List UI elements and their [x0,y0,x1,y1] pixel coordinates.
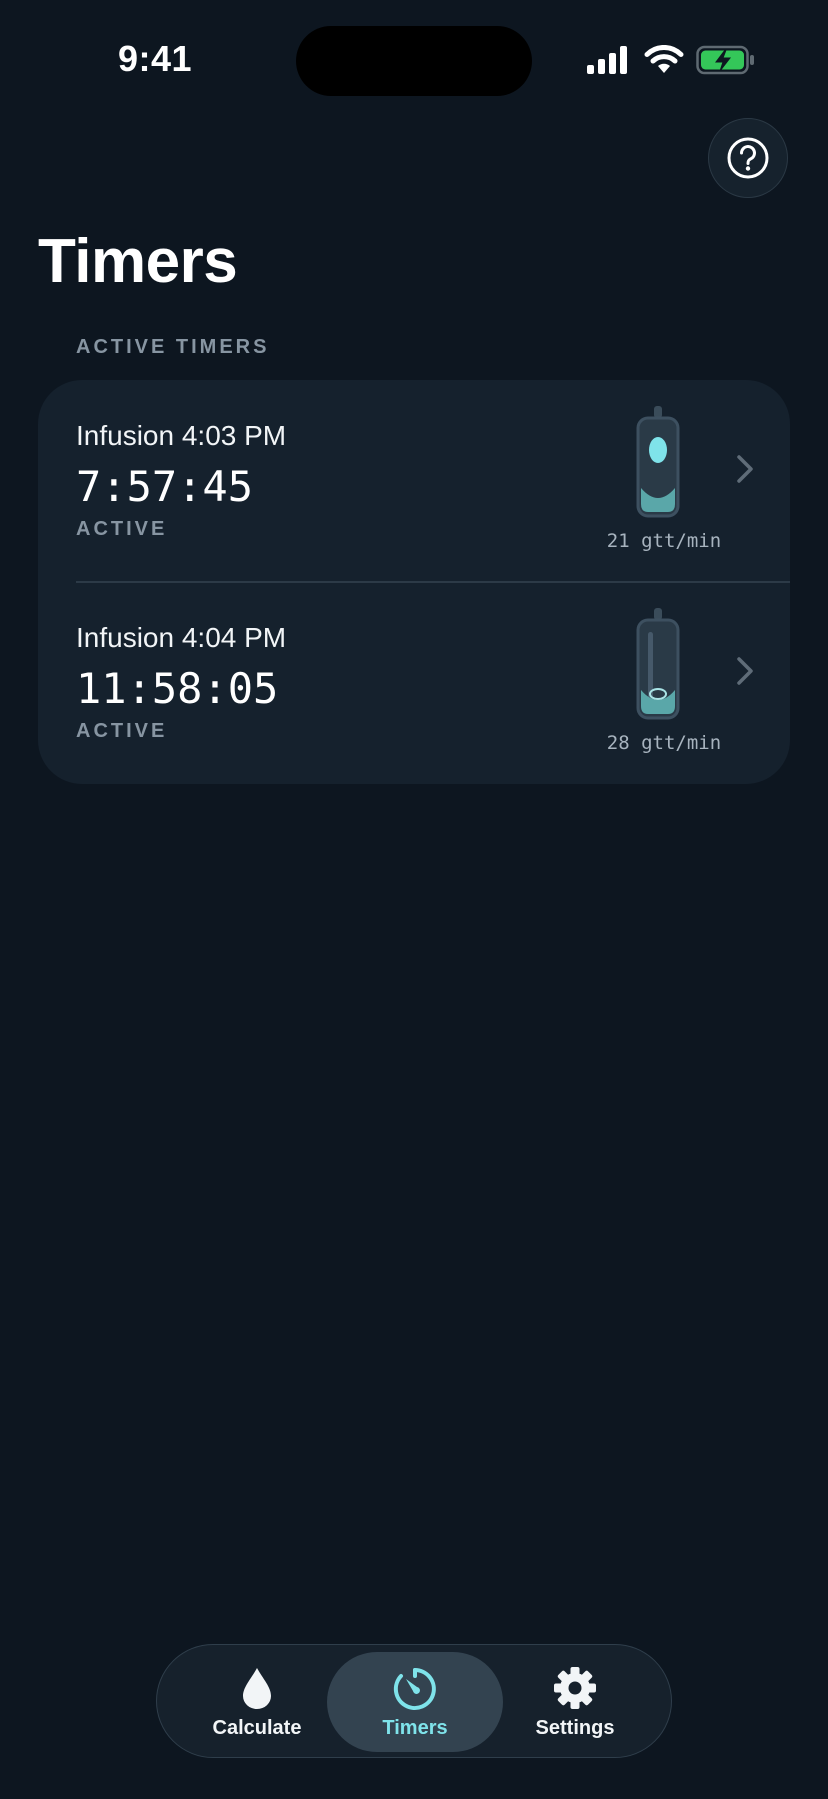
timer-icon [393,1667,436,1710]
signal-icon [587,46,627,74]
timer-status: ACTIVE [76,518,168,540]
tab-calculate[interactable]: Calculate [169,1652,345,1752]
timers-screen: 9:41 Timers ACTIVE TIMERS Infusion 4:03 … [0,0,828,1799]
active-timers-list: Infusion 4:03 PM 7:57:45 ACTIVE 21 gtt/m… [38,380,790,784]
drip-chamber-icon [636,608,680,720]
chevron-right-icon [737,455,753,483]
wifi-icon [644,45,684,73]
timer-title: Infusion 4:03 PM [76,420,287,451]
help-button[interactable] [708,118,788,198]
timer-title: Infusion 4:04 PM [76,622,287,653]
drip-chamber-icon [636,406,680,518]
battery-charging-icon [696,45,754,75]
tab-label: Calculate [212,1716,302,1739]
tab-timers[interactable]: Timers [327,1652,503,1752]
tab-label: Timers [382,1716,448,1739]
timer-remaining: 11:58:05 [76,664,279,713]
status-time: 9:41 [118,38,193,79]
timer-row[interactable]: Infusion 4:04 PM 11:58:05 ACTIVE 28 gtt/… [38,582,790,784]
status-icons [586,44,756,76]
timer-remaining: 7:57:45 [76,462,254,511]
timer-drip-rate: 28 gtt/min [606,732,722,754]
chevron-right-icon [737,657,753,685]
section-header-active-timers: ACTIVE TIMERS [76,336,270,358]
timer-row[interactable]: Infusion 4:03 PM 7:57:45 ACTIVE 21 gtt/m… [38,380,790,582]
dynamic-island [296,26,532,96]
timer-drip-rate: 21 gtt/min [606,530,722,552]
tab-settings[interactable]: Settings [487,1652,663,1752]
question-circle-icon [727,137,769,179]
timer-status: ACTIVE [76,720,168,742]
gear-icon [554,1666,596,1709]
drop-icon [243,1667,271,1709]
page-title: Timers [38,227,238,296]
tab-bar: Calculate Timers Settings [156,1644,672,1758]
tab-label: Settings [535,1716,615,1739]
